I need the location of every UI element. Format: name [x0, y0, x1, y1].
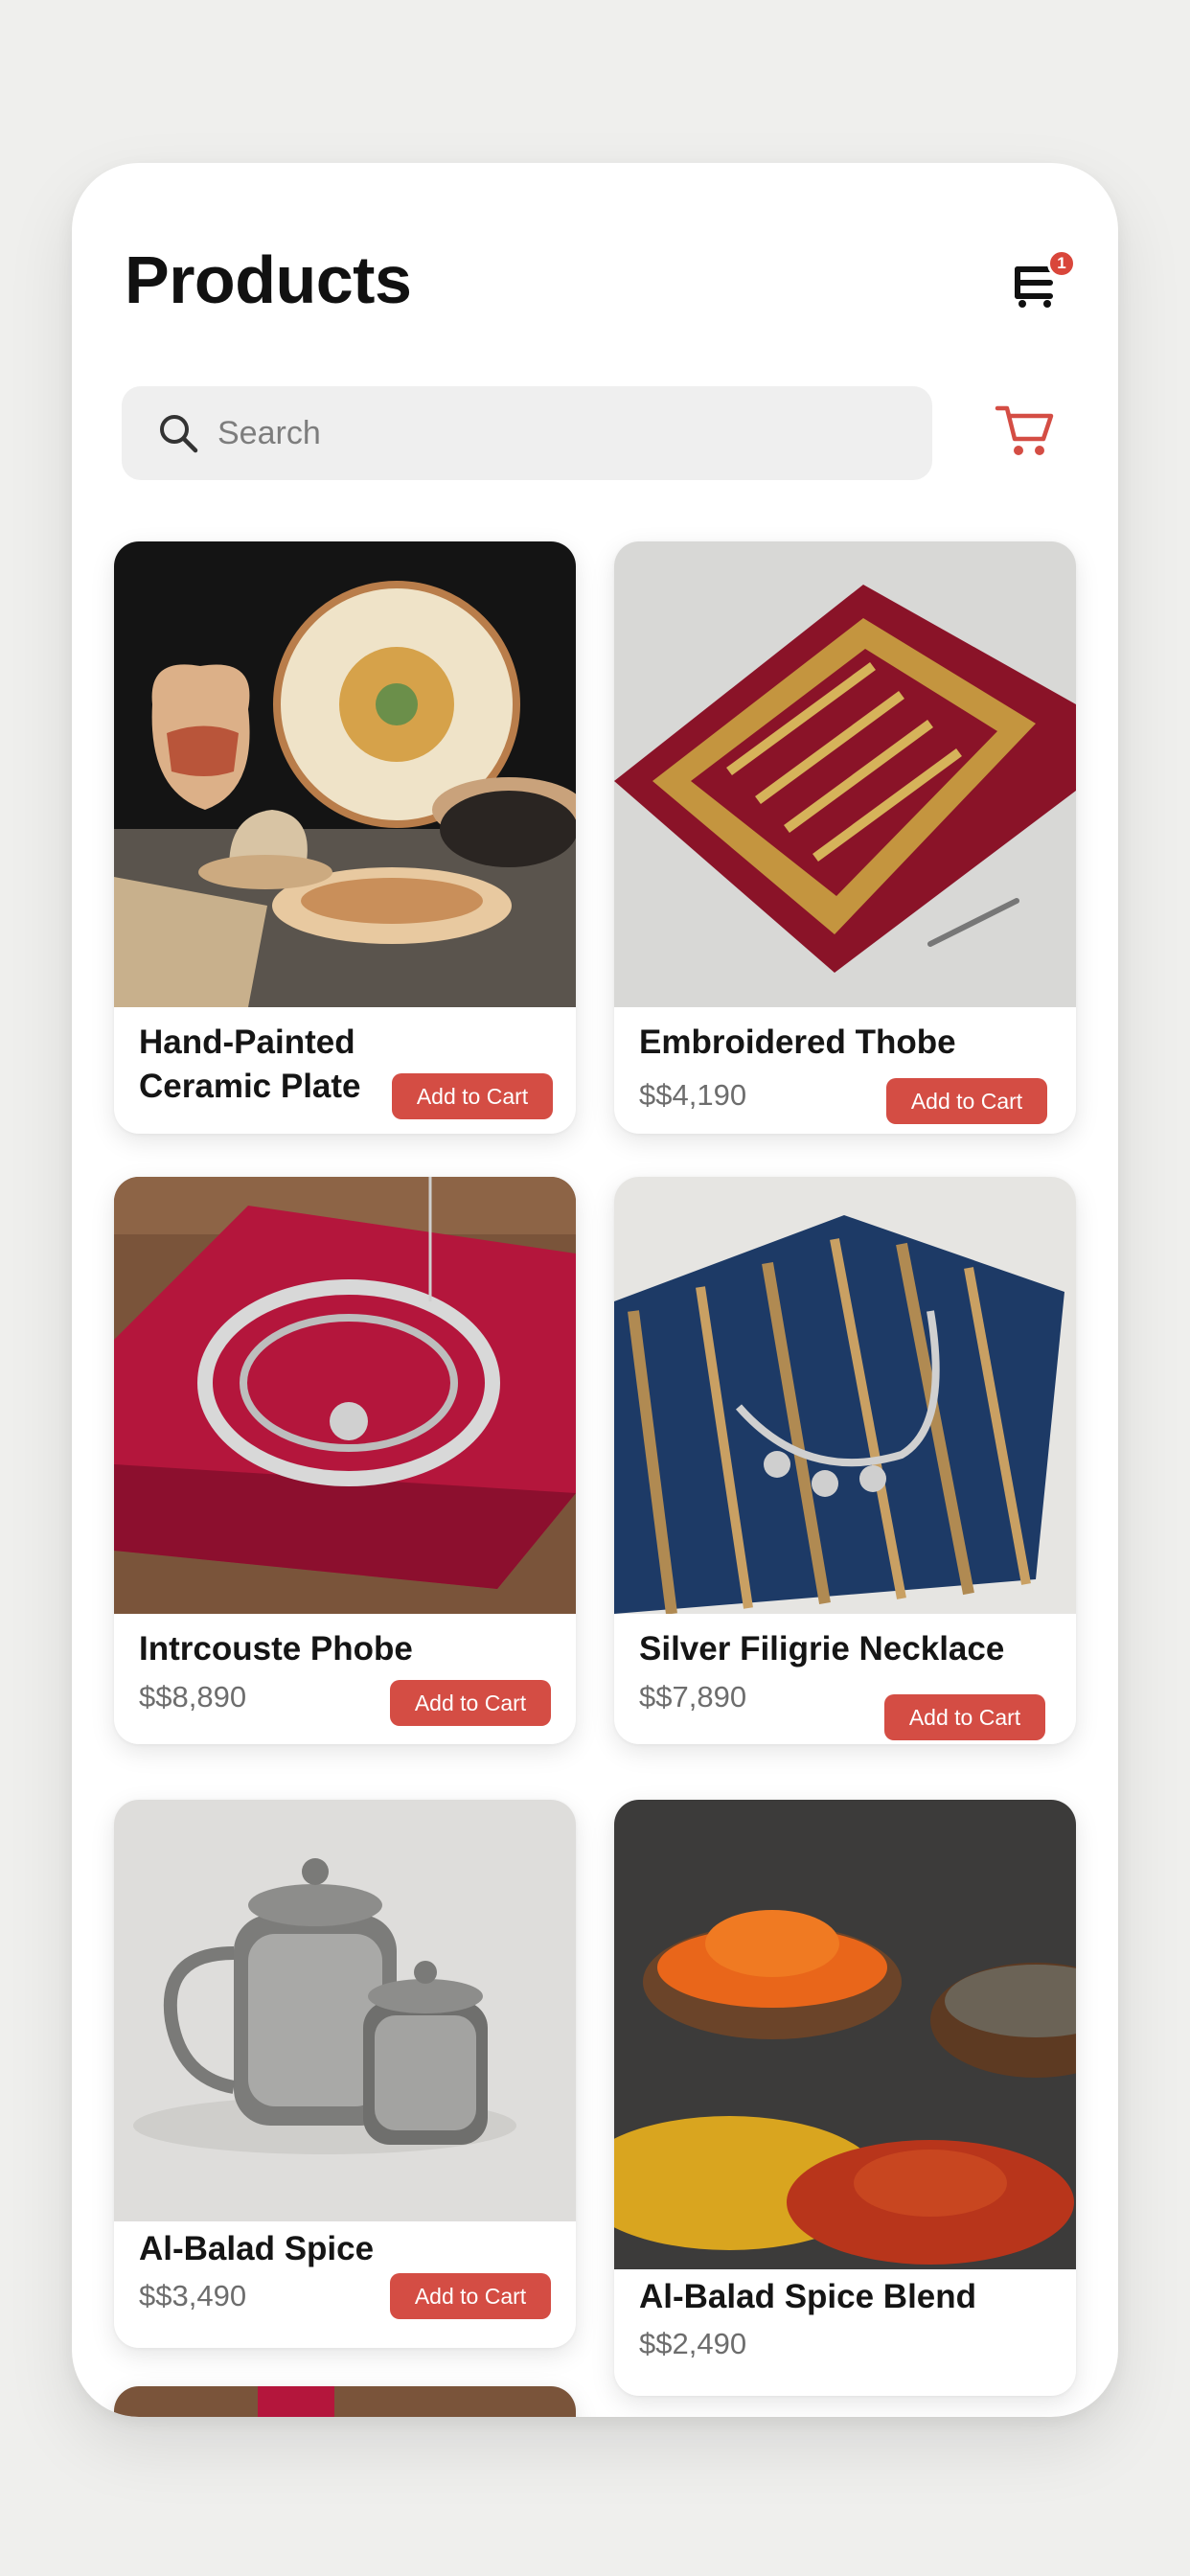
add-to-cart-button[interactable]: Add to Cart [390, 2273, 551, 2319]
product-image [614, 1800, 1076, 2269]
product-card[interactable]: Al-Balad Spice Blend $$2,490 [614, 1800, 1076, 2396]
product-name: Silver Filigrie Necklace [639, 1630, 1005, 1668]
product-price: $$3,490 [139, 2279, 247, 2312]
search-input[interactable] [217, 407, 888, 459]
product-price: $$2,490 [639, 2327, 747, 2360]
cart-button[interactable] [994, 402, 1057, 460]
product-name: Al-Balad Spice Blend [639, 2278, 977, 2315]
product-card[interactable]: Silver Filigrie Necklace $$7,890 Add to … [614, 1177, 1076, 1744]
notification-badge: 1 [1047, 249, 1076, 278]
product-image [114, 1177, 576, 1614]
product-card[interactable]: Al-Balad Spice $$3,490 Add to Cart [114, 1800, 576, 2348]
product-card[interactable]: Hand-Painted Ceramic Plate Add to Cart [114, 541, 576, 1134]
product-name: Intrcouste Phobe [139, 1630, 413, 1668]
product-name: Embroidered Thobe [639, 1024, 956, 1061]
add-to-cart-button[interactable]: Add to Cart [390, 1680, 551, 1726]
add-to-cart-button[interactable]: Add to Cart [392, 1073, 553, 1119]
product-image [114, 1800, 576, 2221]
cart-icon [995, 405, 1054, 455]
product-card[interactable] [114, 2386, 576, 2417]
product-price: $$8,890 [139, 1680, 247, 1714]
add-to-cart-button[interactable]: Add to Cart [886, 1078, 1047, 1124]
add-to-cart-button[interactable]: Add to Cart [884, 1694, 1045, 1740]
product-image [614, 541, 1076, 1007]
search-bar [122, 386, 932, 480]
page-title: Products [125, 242, 412, 317]
product-image [114, 541, 576, 1007]
product-image [614, 1177, 1076, 1614]
product-name: Ceramic Plate [139, 1068, 361, 1105]
phone-screen: Products 1 Search Hand-Painted Ceramic P… [72, 163, 1118, 2417]
product-price: $$7,890 [639, 1680, 747, 1714]
product-card[interactable]: Embroidered Thobe $$4,190 Add to Cart [614, 541, 1076, 1134]
product-image [114, 2386, 576, 2417]
product-card[interactable]: Intrcouste Phobe $$8,890 Add to Cart [114, 1177, 576, 1744]
product-price: $$4,190 [639, 1078, 747, 1112]
product-name: Al-Balad Spice [139, 2230, 375, 2267]
product-name: Hand-Painted [139, 1024, 355, 1061]
search-icon [160, 415, 198, 453]
